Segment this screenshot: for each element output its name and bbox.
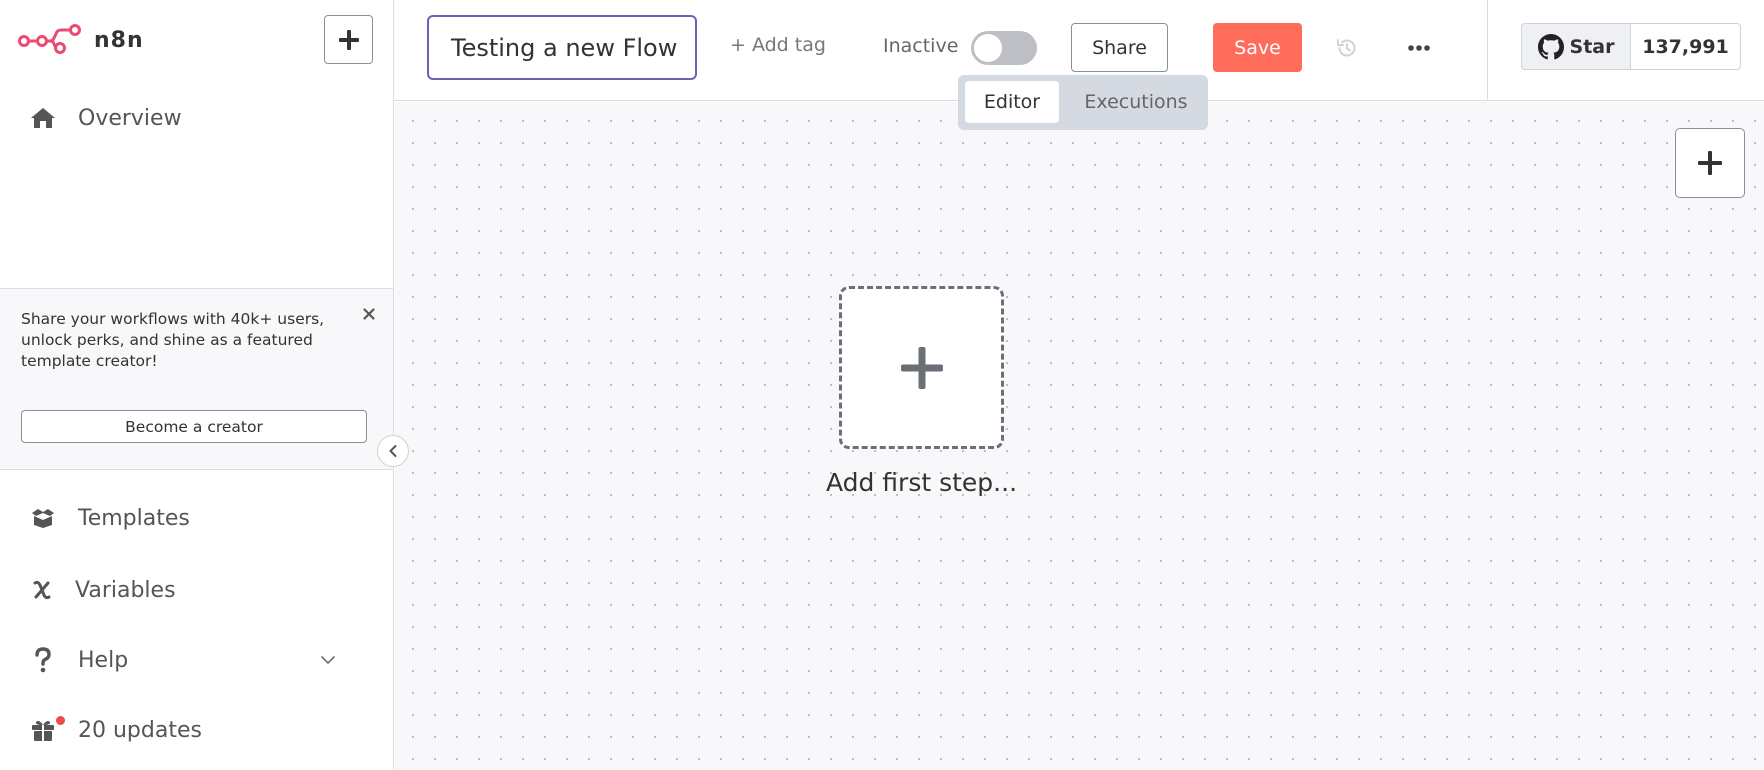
plus-icon [338, 29, 359, 50]
sidebar-item-label: Overview [78, 105, 182, 131]
app-name: n8n [94, 27, 144, 53]
header-divider [1487, 0, 1488, 101]
workflow-status-label: Inactive [883, 35, 959, 57]
workflow-name-input[interactable]: Testing a new Flow [427, 15, 697, 80]
github-star-button[interactable]: Star [1521, 23, 1631, 70]
add-workflow-button[interactable] [324, 15, 373, 64]
chevron-down-icon [320, 655, 336, 665]
gift-icon [30, 718, 56, 742]
more-options-icon[interactable] [1404, 33, 1434, 63]
sidebar: n8n Overview Share your workflows with 4… [0, 0, 394, 770]
become-creator-button[interactable]: Become a creator [21, 410, 367, 443]
sidebar-item-label: Help [78, 647, 129, 673]
home-icon [30, 106, 56, 130]
github-star-count[interactable]: 137,991 [1630, 23, 1741, 70]
sidebar-item-variables[interactable]: Variables [0, 568, 394, 612]
share-button[interactable]: Share [1071, 23, 1168, 72]
collapse-sidebar-button[interactable] [377, 435, 409, 467]
tab-editor[interactable]: Editor [965, 81, 1059, 123]
active-toggle[interactable] [971, 31, 1037, 65]
workflow-canvas[interactable] [395, 102, 1764, 770]
box-open-icon [30, 507, 56, 529]
chevron-left-icon [389, 445, 397, 457]
open-nodes-panel-button[interactable] [1675, 128, 1745, 198]
n8n-logo[interactable]: n8n [18, 22, 144, 58]
github-icon [1537, 33, 1564, 59]
variable-x-icon [30, 578, 54, 602]
sidebar-item-overview[interactable]: Overview [0, 96, 394, 140]
plus-icon [1698, 151, 1722, 175]
sidebar-item-updates[interactable]: 20 updates [0, 708, 394, 752]
history-icon[interactable] [1332, 33, 1362, 63]
sidebar-item-label: Templates [78, 505, 190, 531]
sidebar-item-label: 20 updates [78, 717, 202, 743]
notification-dot [56, 716, 65, 725]
add-tag-link[interactable]: + Add tag [730, 34, 826, 56]
creator-promo-banner: Share your workflows with 40k+ users, un… [0, 288, 393, 470]
question-icon [34, 647, 52, 673]
promo-text: Share your workflows with 40k+ users, un… [21, 310, 325, 370]
add-first-step-label: Add first step... [825, 468, 1018, 497]
plus-icon [900, 346, 943, 389]
toggle-knob [974, 34, 1002, 62]
sidebar-item-help[interactable]: Help [0, 638, 394, 682]
sidebar-item-templates[interactable]: Templates [0, 496, 394, 540]
n8n-logo-icon [18, 24, 81, 54]
add-first-step-button[interactable] [839, 286, 1004, 449]
github-star-label: Star [1569, 35, 1615, 58]
close-icon[interactable] [360, 305, 378, 323]
view-tabs: Editor Executions [958, 75, 1208, 130]
sidebar-item-label: Variables [75, 577, 176, 603]
save-button[interactable]: Save [1213, 23, 1302, 72]
tab-executions[interactable]: Executions [1069, 81, 1203, 123]
